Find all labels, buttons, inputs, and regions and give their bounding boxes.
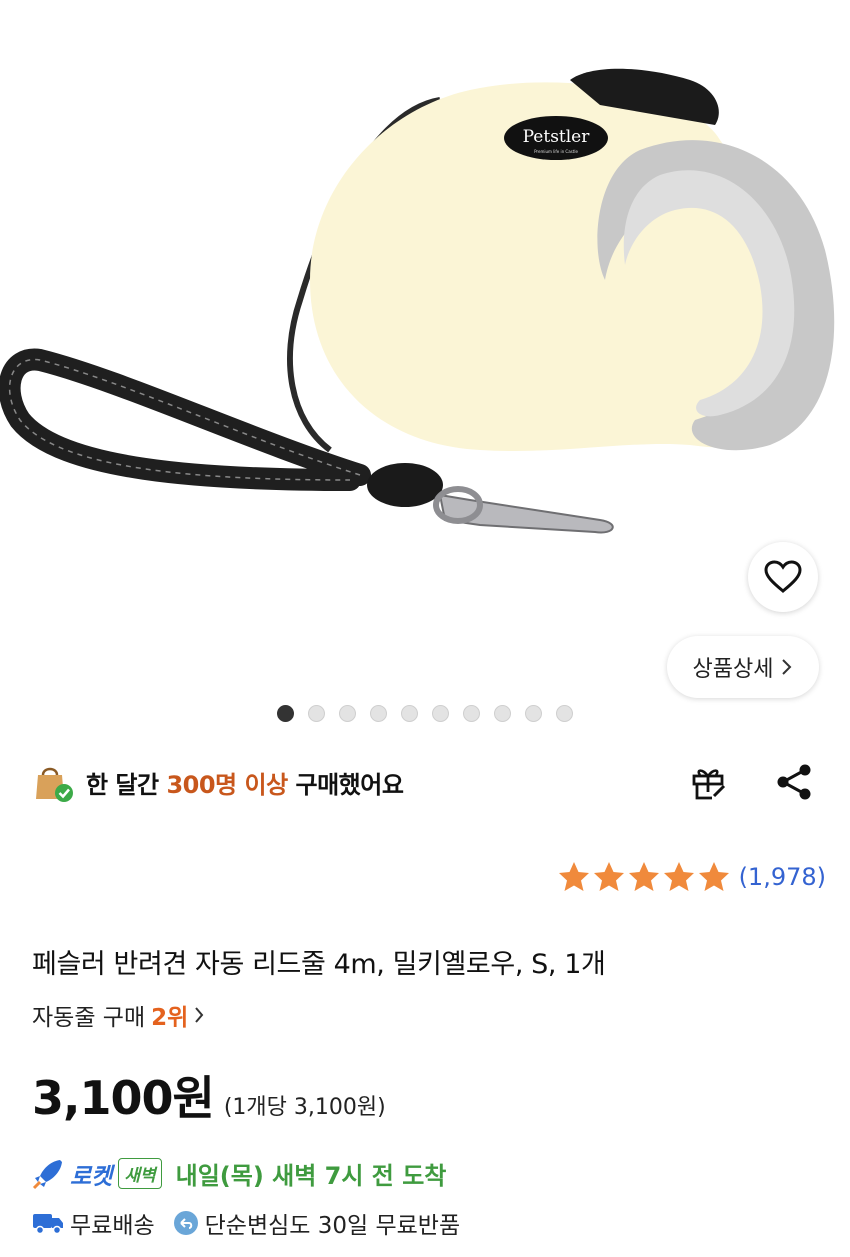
carousel-dot[interactable] <box>525 705 542 722</box>
rocket-delivery-row: 로켓 새벽 내일(목) 새벽 7시 전 도착 <box>32 1156 446 1191</box>
return-icon <box>173 1211 198 1235</box>
rank-prefix: 자동줄 구매 <box>32 1005 146 1031</box>
shopping-bag-icon <box>36 767 73 802</box>
purchase-count-highlight: 300명 이상 <box>166 770 288 799</box>
brand-logo-text: Petstler <box>523 127 591 147</box>
chevron-right-icon <box>195 1007 204 1023</box>
carousel-dot[interactable] <box>494 705 511 722</box>
dawn-badge: 새벽 <box>118 1158 162 1189</box>
unit-price: (1개당 3,100원) <box>223 1095 386 1120</box>
product-image: Petstler Premium life in Castle <box>0 68 835 534</box>
gift-button[interactable] <box>686 760 730 804</box>
carousel-dot[interactable] <box>432 705 449 722</box>
carousel-dot[interactable] <box>401 705 418 722</box>
carousel-dot[interactable] <box>308 705 325 722</box>
product-title: 페슬러 반려견 자동 리드줄 4m, 밀키옐로우, S, 1개 <box>32 949 606 980</box>
shipping-return-row: 무료배송 단순변심도 30일 무료반품 <box>32 1206 460 1240</box>
category-rank-link[interactable]: 자동줄 구매 2위 <box>32 998 204 1032</box>
purchase-notice-text: 한 달간 300명 이상 구매했어요 <box>86 770 404 799</box>
rocket-icon <box>32 1159 62 1189</box>
free-shipping-label: 무료배송 <box>70 1213 155 1239</box>
carousel-dot[interactable] <box>463 705 480 722</box>
product-image-carousel[interactable]: Petstler Premium life in Castle 상품상세 <box>0 0 850 740</box>
share-icon <box>777 764 811 800</box>
review-count[interactable]: (1,978) <box>739 863 826 891</box>
carousel-dot[interactable] <box>277 705 294 722</box>
product-detail-button[interactable]: 상품상세 <box>667 636 819 698</box>
favorite-button[interactable] <box>748 542 818 612</box>
carousel-indicator <box>0 705 850 722</box>
rocket-label: 로켓 <box>70 1163 113 1190</box>
rank-number: 2위 <box>151 1005 189 1031</box>
carousel-dot[interactable] <box>339 705 356 722</box>
gift-icon <box>692 769 726 800</box>
truck-icon <box>33 1214 63 1235</box>
heart-icon <box>764 560 802 593</box>
carousel-dot[interactable] <box>556 705 573 722</box>
brand-logo-subtext: Premium life in Castle <box>534 149 578 154</box>
star-rating-icon <box>558 862 729 891</box>
rating-summary[interactable]: (1,978) <box>557 860 826 894</box>
purchase-notice-row: 한 달간 300명 이상 구매했어요 <box>32 756 822 808</box>
arrival-estimate: 내일(목) 새벽 7시 전 도착 <box>175 1162 447 1190</box>
free-return-label: 단순변심도 30일 무료반품 <box>204 1213 461 1239</box>
chevron-right-icon <box>782 659 792 675</box>
carousel-dot[interactable] <box>370 705 387 722</box>
share-button[interactable] <box>772 760 816 804</box>
product-detail-label: 상품상세 <box>692 657 774 682</box>
sale-price: 3,100원 <box>32 1071 215 1125</box>
price-row: 3,100원 (1개당 3,100원) <box>32 1062 386 1128</box>
